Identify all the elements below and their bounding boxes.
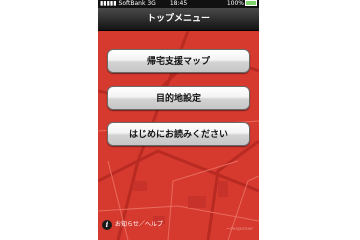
destination-setting-button[interactable]: 目的地設定 — [107, 86, 250, 110]
help-link-label: お知らせ／ヘルプ — [115, 221, 163, 228]
status-bar: ▮▮▮▮▮ SoftBank 3G 18:45 100% — [98, 0, 259, 8]
watermark-logo: ~response — [225, 226, 253, 232]
home-support-map-button[interactable]: 帰宅支援マップ — [107, 49, 250, 73]
read-first-button[interactable]: はじめにお読みください — [107, 122, 250, 146]
battery-icon — [245, 0, 257, 6]
battery-percent: 100% — [226, 0, 244, 7]
main-content: 帰宅支援マップ 目的地設定 はじめにお読みください i お知らせ／ヘルプ ~res… — [98, 31, 259, 240]
info-icon: i — [102, 220, 112, 230]
nav-bar: トップメニュー — [98, 8, 259, 31]
battery-info: 100% — [227, 0, 257, 8]
app-screen: ▮▮▮▮▮ SoftBank 3G 18:45 100% トップメニュー 帰宅支… — [98, 0, 259, 240]
page-title: トップメニュー — [146, 14, 210, 24]
help-link[interactable]: i お知らせ／ヘルプ — [102, 219, 163, 231]
